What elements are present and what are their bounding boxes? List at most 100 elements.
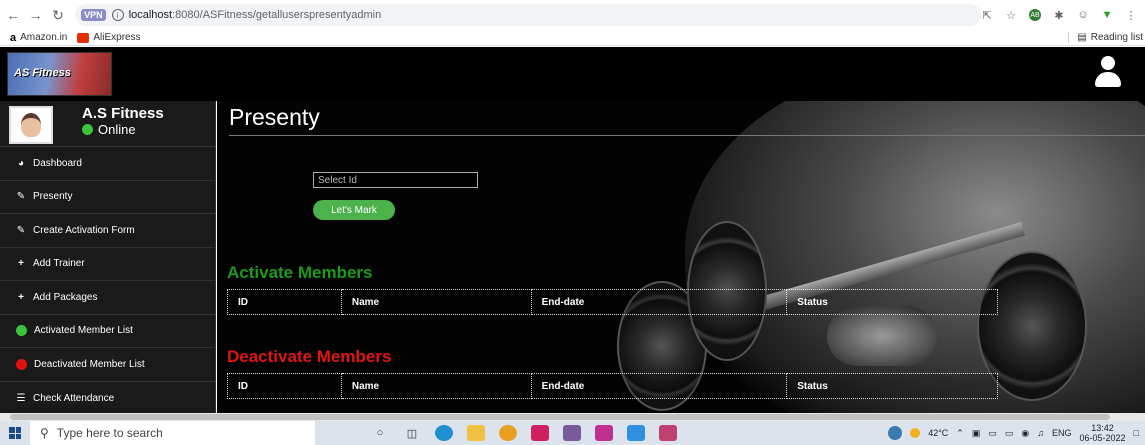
- column-header-name: Name: [340, 373, 532, 399]
- language-indicator[interactable]: ENG: [1052, 428, 1072, 438]
- taskbar-search[interactable]: ⚲ Type here to search: [30, 421, 315, 445]
- reading-list-icon: ▤: [1077, 32, 1087, 43]
- red-dot-icon: [16, 358, 27, 370]
- profile-panel: A.S Fitness Online: [0, 101, 215, 147]
- aliexpress-icon: [77, 32, 90, 43]
- sidebar-item-create-activation-form[interactable]: ✎ Create Activation Form: [0, 214, 215, 248]
- background-fist: [827, 306, 937, 366]
- column-header-id: ID: [227, 373, 342, 399]
- info-icon[interactable]: i: [111, 9, 124, 21]
- url-path: :8080/ASFitness/getalluserspresentyadmin: [172, 9, 382, 21]
- forward-icon[interactable]: →: [26, 5, 44, 25]
- file-explorer-icon[interactable]: [467, 425, 485, 441]
- url-host: localhost: [128, 9, 173, 21]
- shield-icon[interactable]: ▼: [1101, 9, 1113, 21]
- share-icon[interactable]: ⇱: [981, 9, 993, 22]
- app-icon[interactable]: [563, 425, 581, 441]
- windows-start-icon[interactable]: [0, 421, 30, 445]
- deactivate-members-table: ID Name End-date Status: [227, 373, 998, 399]
- volume-icon[interactable]: ♫: [1037, 428, 1044, 438]
- sidebar-item-presenty[interactable]: ✎ Presenty: [0, 181, 215, 214]
- select-id-dropdown[interactable]: Select Id: [313, 172, 478, 188]
- sidebar-item-add-packages[interactable]: + Add Packages: [0, 281, 215, 315]
- sidebar-item-label: Dashboard: [33, 157, 82, 169]
- brand-logo[interactable]: AS Fitness: [7, 52, 112, 96]
- profile-name: A.S Fitness: [82, 105, 164, 122]
- chevron-up-icon[interactable]: ⌃: [956, 428, 964, 439]
- app-icon[interactable]: [595, 425, 613, 441]
- back-icon[interactable]: ←: [4, 5, 22, 25]
- address-bar[interactable]: VPN i localhost:8080/ASFitness/getalluse…: [75, 4, 982, 26]
- app-icon[interactable]: [627, 425, 645, 441]
- sidebar-item-label: Check Attendance: [33, 392, 115, 404]
- sidebar-item-dashboard[interactable]: ◕ Dashboard: [0, 147, 215, 181]
- taskbar-apps: ○ ◫: [371, 425, 677, 441]
- menu-icon[interactable]: ⋮: [1125, 9, 1137, 22]
- task-view-icon[interactable]: ◫: [403, 425, 421, 441]
- sidebar-item-label: Add Packages: [33, 291, 98, 303]
- logo-text: AS Fitness: [14, 67, 71, 79]
- reload-icon[interactable]: ↻: [49, 5, 67, 25]
- column-header-status: Status: [786, 373, 998, 399]
- amazon-icon: a: [10, 31, 17, 44]
- reading-list-label: Reading list: [1090, 32, 1143, 43]
- horizontal-scrollbar[interactable]: [0, 413, 1145, 421]
- table-header-row: ID Name End-date Status: [227, 373, 998, 399]
- app-icon[interactable]: [888, 426, 903, 440]
- bookmark-amazon[interactable]: a Amazon.in: [10, 32, 67, 44]
- star-icon[interactable]: ☆: [1005, 9, 1017, 22]
- bookmarks-bar: a Amazon.in AliExpress ▤ Reading list: [0, 30, 1145, 46]
- clock-date: 06-05-2022: [1079, 433, 1126, 443]
- column-header-end-date: End-date: [530, 289, 788, 315]
- sidebar: A.S Fitness Online ◕ Dashboard ✎ Present…: [0, 101, 216, 413]
- column-header-name: Name: [340, 289, 532, 315]
- online-dot-icon: [82, 124, 93, 135]
- tachometer-icon: ◕: [17, 157, 25, 169]
- pencil-icon: ✎: [16, 191, 26, 203]
- activate-members-title: Activate Members: [227, 263, 373, 282]
- vpn-badge[interactable]: VPN: [81, 9, 106, 21]
- taskbar-search-placeholder: Type here to search: [56, 426, 163, 440]
- list-icon: ☰: [16, 392, 26, 404]
- sidebar-item-label: Activated Member List: [34, 325, 133, 337]
- notification-icon[interactable]: □: [1134, 428, 1139, 438]
- table-header-row: ID Name End-date Status: [227, 289, 998, 315]
- app-icon[interactable]: [531, 425, 549, 441]
- extension-icon[interactable]: AB: [1029, 9, 1042, 21]
- display-icon[interactable]: ▭: [988, 428, 997, 439]
- temperature[interactable]: 42°C: [928, 428, 948, 438]
- lets-mark-button[interactable]: Let's Mark: [313, 200, 395, 220]
- reading-list-button[interactable]: ▤ Reading list: [1068, 32, 1143, 43]
- profile-icon[interactable]: ☺: [1077, 9, 1089, 21]
- puzzle-icon[interactable]: ✱: [1053, 9, 1065, 22]
- search-icon: ⚲: [40, 426, 49, 440]
- intellij-icon[interactable]: [659, 425, 677, 441]
- title-divider: [229, 135, 1145, 136]
- sidebar-item-activated-member-list[interactable]: Activated Member List: [0, 315, 215, 348]
- sidebar-item-check-attendance[interactable]: ☰ Check Attendance: [0, 382, 215, 416]
- column-header-id: ID: [227, 289, 342, 315]
- browser-actions: ⇱ ☆ AB ✱ ☺ ▼ ⋮: [981, 9, 1145, 22]
- bookmark-label: Amazon.in: [20, 32, 68, 43]
- chrome-icon[interactable]: [499, 425, 517, 441]
- network-icon[interactable]: ▣: [972, 428, 981, 439]
- battery-icon[interactable]: ▭: [1005, 428, 1014, 439]
- windows-taskbar: ⚲ Type here to search ○ ◫ 42°C ⌃ ▣ ▭ ▭ ◉…: [0, 421, 1145, 445]
- app-header: AS Fitness: [0, 47, 1145, 101]
- sidebar-item-deactivated-member-list[interactable]: Deactivated Member List: [0, 348, 215, 382]
- plus-icon: +: [18, 258, 24, 270]
- sidebar-item-add-trainer[interactable]: + Add Trainer: [0, 248, 215, 281]
- plus-icon: +: [18, 291, 24, 303]
- green-dot-icon: [16, 325, 27, 337]
- wifi-icon[interactable]: ◉: [1021, 428, 1029, 439]
- cortana-icon[interactable]: ○: [371, 425, 389, 441]
- clock[interactable]: 13:42 06-05-2022: [1080, 423, 1126, 443]
- deactivate-members-title: Deactivate Members: [227, 347, 392, 366]
- sidebar-item-label: Presenty: [33, 191, 73, 203]
- user-icon[interactable]: [1095, 56, 1121, 88]
- system-tray: 42°C ⌃ ▣ ▭ ▭ ◉ ♫ ENG 13:42 06-05-2022 □: [888, 423, 1145, 443]
- edge-icon[interactable]: [435, 425, 453, 441]
- browser-toolbar: ← → ↻ VPN i localhost:8080/ASFitness/get…: [0, 0, 1145, 30]
- column-header-end-date: End-date: [530, 373, 788, 399]
- bookmark-aliexpress[interactable]: AliExpress: [77, 32, 141, 43]
